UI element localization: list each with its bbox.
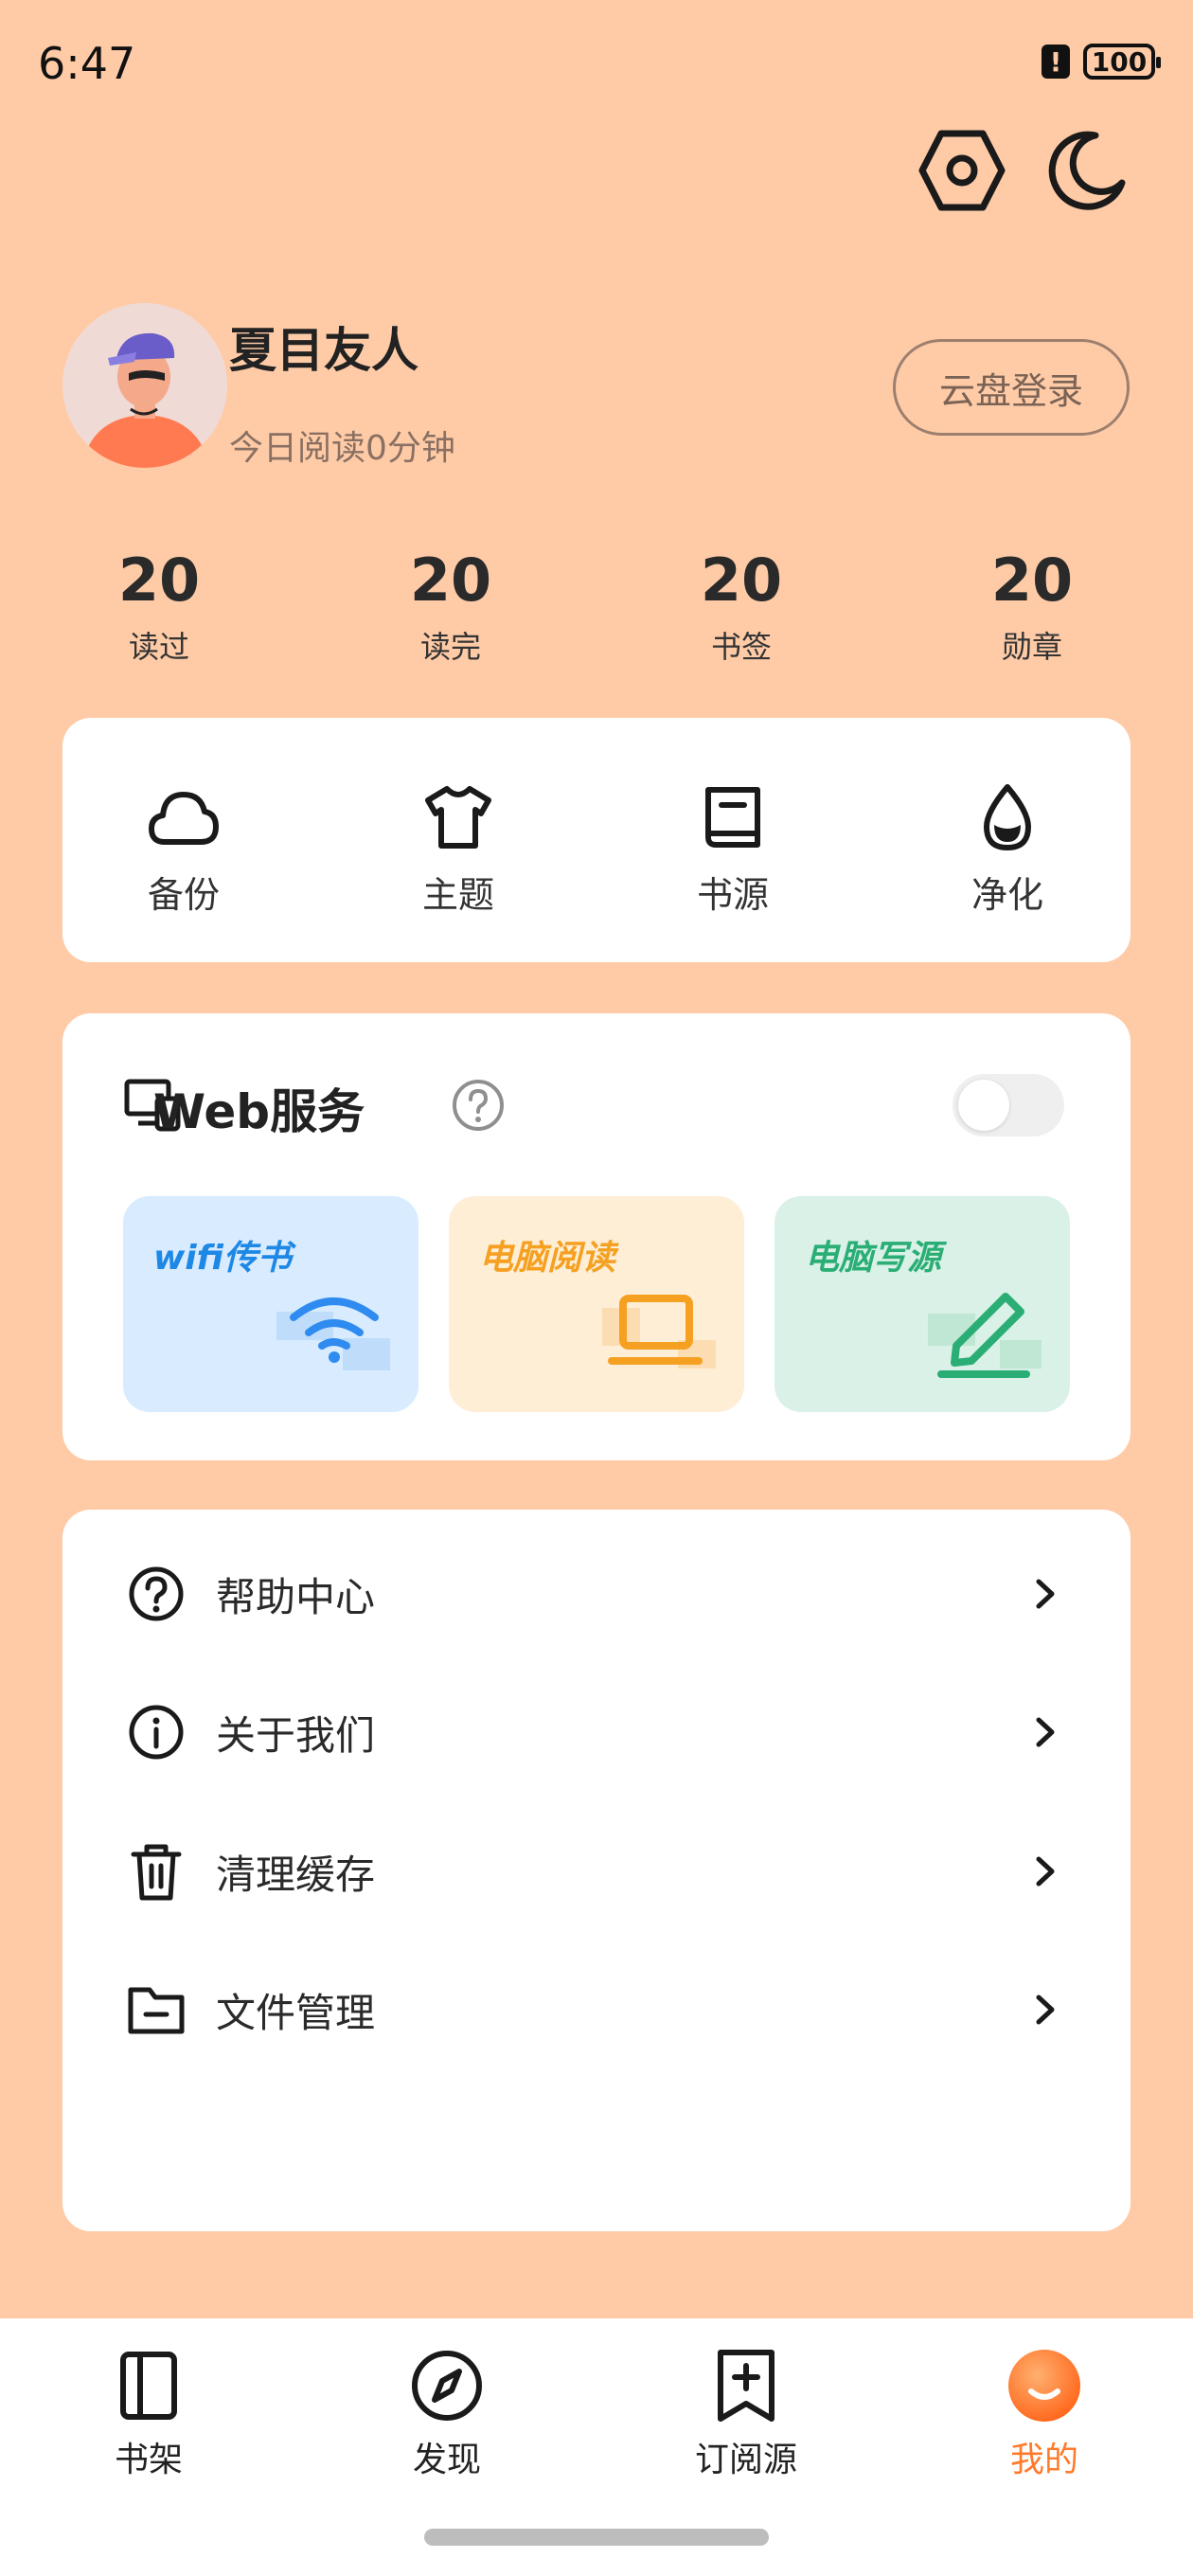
chevron-right-icon [1036, 1995, 1055, 2025]
menu-item-help-center[interactable]: 帮助中心 [62, 1525, 1131, 1663]
question-circle-icon [129, 1566, 184, 1621]
nav-mine[interactable]: 我的 [950, 2343, 1139, 2481]
stat-finished[interactable]: 20 读完 [356, 547, 545, 667]
quick-actions-card: 备份 主题 书源 净化 [62, 718, 1131, 962]
purify-button[interactable]: 净化 [913, 775, 1102, 918]
help-circle-icon[interactable] [451, 1078, 506, 1136]
quick-action-label: 净化 [970, 874, 1043, 916]
tshirt-icon [425, 786, 491, 849]
bookmark-plus-icon [718, 2350, 775, 2422]
laptop-icon [602, 1295, 716, 1368]
tile-label: wifi传书 [153, 1239, 292, 1278]
nav-subscriptions[interactable]: 订阅源 [651, 2343, 841, 2481]
info-circle-icon [129, 1705, 184, 1760]
chevron-right-icon [1036, 1717, 1055, 1747]
wifi-transfer-tile[interactable]: wifi传书 [123, 1196, 418, 1412]
quick-action-label: 书源 [696, 874, 769, 916]
book-source-button[interactable]: 书源 [638, 775, 828, 918]
stat-label: 读完 [419, 629, 481, 665]
cloud-login-button[interactable]: 云盘登录 [893, 339, 1130, 436]
book-icon [705, 787, 760, 848]
stat-value: 20 [990, 546, 1074, 615]
menu-item-label: 关于我们 [216, 1711, 376, 1759]
theme-button[interactable]: 主题 [364, 775, 553, 918]
menu-item-label: 文件管理 [216, 1989, 376, 2036]
avatar-illustration [81, 332, 210, 468]
tile-label: 电脑写源 [805, 1239, 942, 1278]
stat-bookmarks[interactable]: 20 书签 [647, 547, 836, 667]
menu-item-file-management[interactable]: 文件管理 [62, 1941, 1131, 2079]
trash-icon [131, 1844, 182, 1901]
status-time: 6:47 [38, 38, 136, 89]
stat-value: 20 [700, 546, 783, 615]
stat-read[interactable]: 20 读过 [64, 547, 254, 667]
reading-time: 今日阅读0分钟 [229, 429, 455, 468]
web-service-title: Web服务 [153, 1084, 365, 1139]
nav-label: 我的 [1009, 2441, 1078, 2479]
menu-item-label: 帮助中心 [216, 1573, 376, 1620]
pc-source-edit-tile[interactable]: 电脑写源 [775, 1196, 1070, 1412]
status-icons: ! 100 [1042, 44, 1161, 80]
pc-reading-tile[interactable]: 电脑阅读 [449, 1196, 744, 1412]
nav-bookshelf[interactable]: 书架 [54, 2343, 243, 2481]
stat-label: 读过 [128, 629, 189, 665]
stat-medals[interactable]: 20 勋章 [937, 547, 1127, 667]
username: 夏目友人 [229, 323, 418, 378]
cloud-icon [149, 792, 219, 845]
nav-label: 订阅源 [694, 2441, 797, 2479]
home-indicator[interactable] [424, 2529, 769, 2546]
battery-icon: 100 [1083, 44, 1161, 80]
toggle-knob [958, 1080, 1009, 1131]
stat-value: 20 [409, 546, 492, 615]
nav-label: 书架 [114, 2441, 183, 2479]
drop-icon [984, 784, 1031, 850]
wifi-icon [276, 1297, 390, 1370]
backup-button[interactable]: 备份 [89, 775, 278, 918]
stat-value: 20 [117, 546, 201, 615]
profile-orb-icon [1008, 2350, 1080, 2422]
compass-icon [412, 2351, 482, 2421]
folder-icon [128, 1987, 185, 2034]
avatar[interactable] [62, 303, 227, 468]
tile-label: 电脑阅读 [479, 1239, 616, 1278]
bookshelf-icon [120, 2352, 177, 2420]
chevron-right-icon [1036, 1579, 1055, 1609]
chevron-right-icon [1036, 1856, 1055, 1887]
menu-item-clear-cache[interactable]: 清理缓存 [62, 1802, 1131, 1941]
battery-level: 100 [1091, 45, 1148, 78]
alert-icon: ! [1042, 45, 1070, 79]
menu-item-label: 清理缓存 [216, 1851, 376, 1898]
night-mode-button[interactable] [1040, 123, 1134, 218]
nav-label: 发现 [412, 2441, 481, 2479]
stat-label: 勋章 [1001, 629, 1062, 665]
nav-discover[interactable]: 发现 [352, 2343, 542, 2481]
hexagon-gear-icon [918, 130, 1006, 211]
settings-button[interactable] [915, 123, 1009, 218]
moon-icon [1048, 131, 1126, 210]
web-service-toggle[interactable] [953, 1074, 1064, 1136]
quick-action-label: 备份 [147, 874, 220, 916]
pen-icon [928, 1293, 1042, 1378]
quick-action-label: 主题 [421, 874, 494, 916]
menu-item-about-us[interactable]: 关于我们 [62, 1663, 1131, 1801]
stat-label: 书签 [710, 629, 772, 665]
